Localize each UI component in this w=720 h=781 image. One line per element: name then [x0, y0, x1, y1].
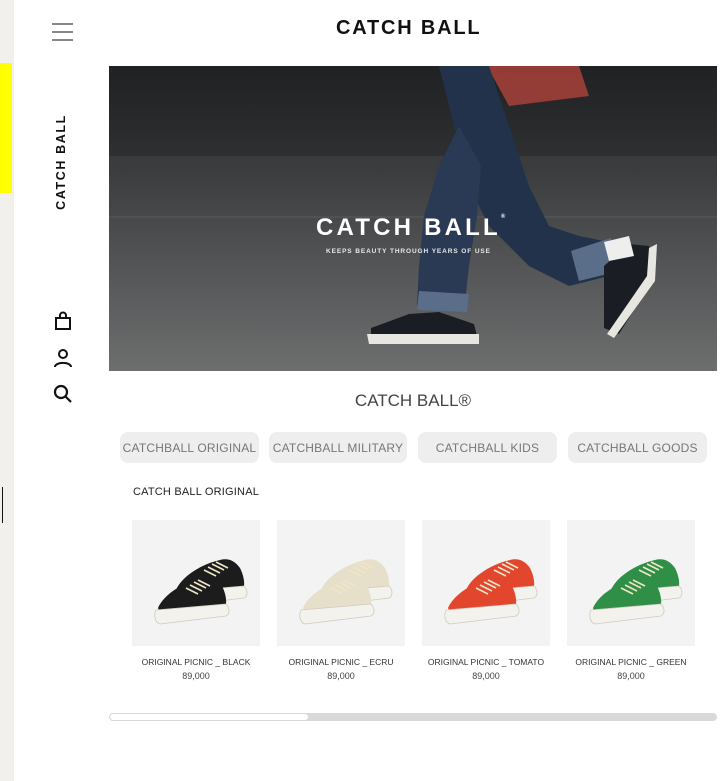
- page: CATCH BALL CATCH BALL CATCH BALL® KEEPS …: [14, 0, 720, 781]
- sneaker-icon: [299, 559, 393, 625]
- hero-title: CATCH BALL®: [316, 214, 506, 241]
- carousel-scrollbar[interactable]: [109, 713, 717, 721]
- product-image[interactable]: [567, 520, 695, 646]
- sidebar-logo-text: CATCH BALL: [54, 114, 68, 210]
- subsection-title: CATCH BALL ORIGINAL: [133, 486, 260, 498]
- product-name[interactable]: ORIGINAL PICNIC _ GREEN: [567, 657, 695, 667]
- tab-catchball-original[interactable]: CATCHBALL ORIGINAL: [120, 432, 259, 463]
- product-price: 89,000: [617, 671, 645, 681]
- accent-bar: [0, 63, 12, 193]
- tab-catchball-kids[interactable]: CATCHBALL KIDS: [418, 432, 557, 463]
- carousel-scroll-thumb[interactable]: [109, 713, 309, 721]
- tab-catchball-military[interactable]: CATCHBALL MILITARY: [269, 432, 407, 463]
- shopping-bag-icon[interactable]: [51, 309, 75, 333]
- menu-icon[interactable]: [52, 20, 74, 42]
- side-marker: [0, 487, 3, 523]
- sneaker-icon: [444, 559, 538, 625]
- product-card[interactable]: ORIGINAL PICNIC _ ECRU 89,000: [277, 520, 405, 681]
- sneaker-icon: [589, 559, 683, 625]
- tab-catchball-goods[interactable]: CATCHBALL GOODS: [568, 432, 707, 463]
- product-image[interactable]: [277, 520, 405, 646]
- registered-mark: ®: [500, 214, 506, 220]
- hero-banner[interactable]: CATCH BALL® KEEPS BEAUTY THROUGH YEARS O…: [109, 66, 717, 371]
- product-name[interactable]: ORIGINAL PICNIC _ ECRU: [277, 657, 405, 667]
- product-image[interactable]: [132, 520, 260, 646]
- product-price: 89,000: [327, 671, 355, 681]
- sneaker-icon: [154, 559, 248, 625]
- header-logo[interactable]: CATCH BALL: [336, 17, 481, 40]
- section-title: CATCH BALL®: [354, 391, 472, 410]
- category-tabs: CATCHBALL ORIGINAL CATCHBALL MILITARY CA…: [120, 432, 710, 464]
- hero-tagline: KEEPS BEAUTY THROUGH YEARS OF USE: [326, 248, 491, 255]
- product-card[interactable]: ORIGINAL PICNIC _ BLACK 89,000: [132, 520, 260, 681]
- product-image[interactable]: [422, 520, 550, 646]
- user-icon[interactable]: [51, 346, 75, 370]
- sidebar-logo[interactable]: CATCH BALL: [52, 112, 70, 212]
- search-icon[interactable]: [51, 382, 75, 406]
- product-card[interactable]: ORIGINAL PICNIC _ TOMATO 89,000: [422, 520, 550, 681]
- product-name[interactable]: ORIGINAL PICNIC _ BLACK: [132, 657, 260, 667]
- product-name[interactable]: ORIGINAL PICNIC _ TOMATO: [422, 657, 550, 667]
- product-card[interactable]: ORIGINAL PICNIC _ GREEN 89,000: [567, 520, 695, 681]
- product-price: 89,000: [472, 671, 500, 681]
- product-price: 89,000: [182, 671, 210, 681]
